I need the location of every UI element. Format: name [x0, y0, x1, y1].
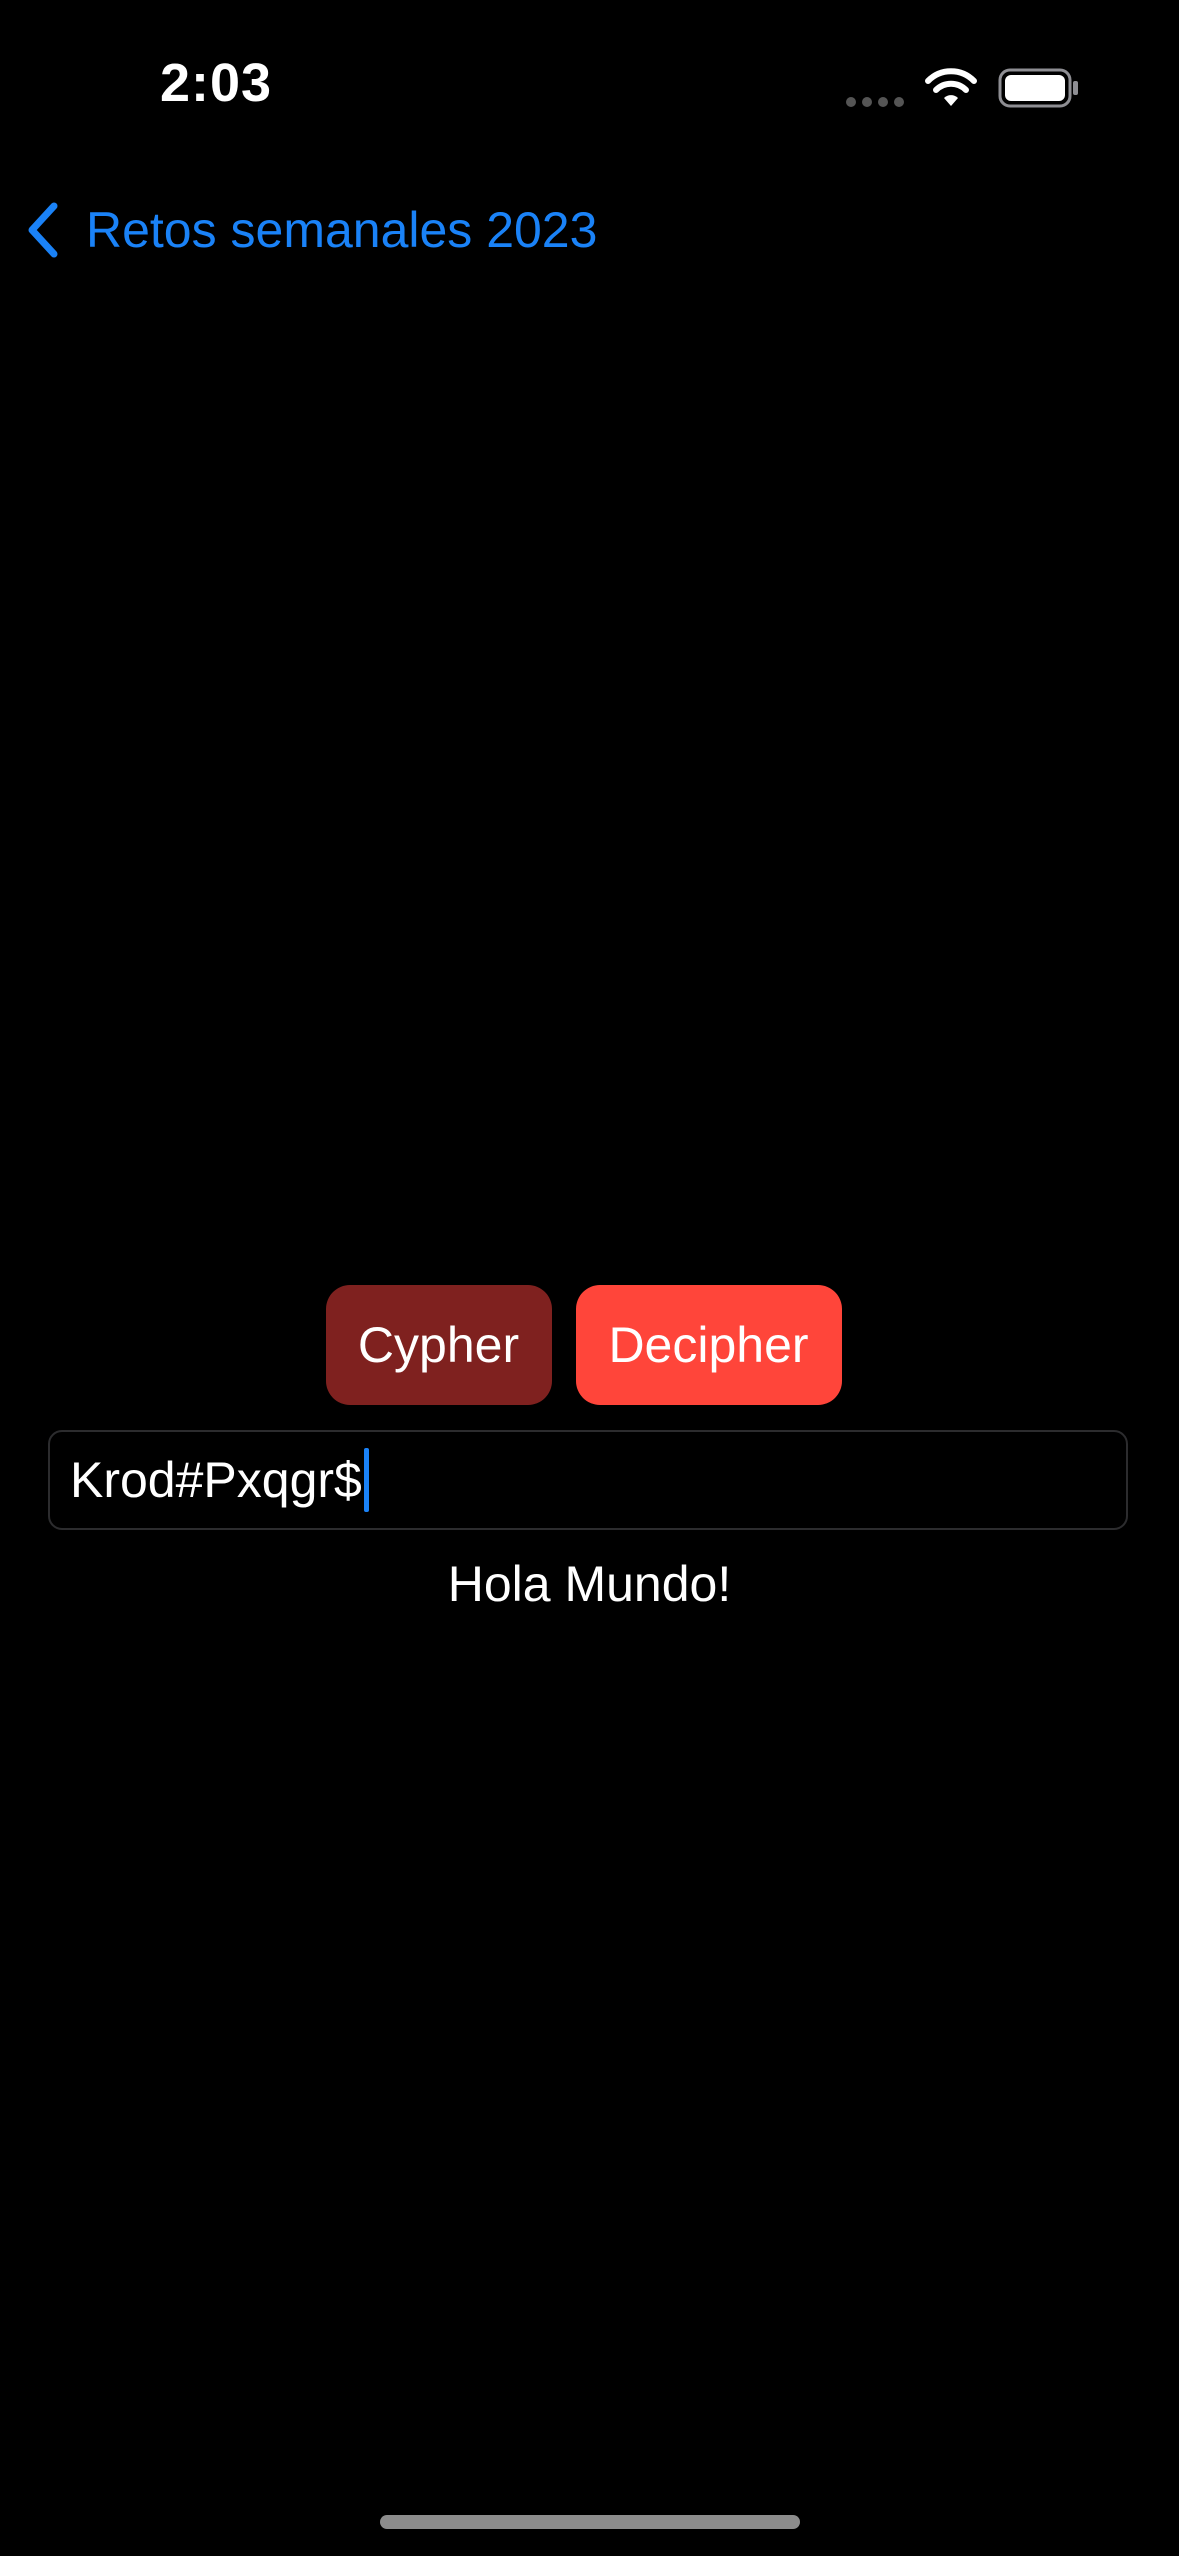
home-indicator[interactable]	[380, 2515, 800, 2529]
battery-icon	[998, 68, 1078, 108]
status-bar: 2:03	[0, 0, 1179, 170]
back-button-label: Retos semanales 2023	[86, 202, 598, 258]
cellular-signal-icon	[846, 97, 904, 107]
status-time: 2:03	[160, 53, 273, 113]
back-button[interactable]: Retos semanales 2023	[22, 190, 597, 270]
decipher-button[interactable]: Decipher	[575, 1285, 842, 1405]
text-cursor	[363, 1448, 369, 1512]
wifi-icon	[925, 68, 977, 106]
result-text: Hola Mundo!	[447, 1556, 732, 1612]
chevron-left-icon	[28, 202, 58, 258]
message-input[interactable]: Krod#Pxqgr$	[48, 1430, 1128, 1530]
cypher-button[interactable]: Cypher	[325, 1285, 552, 1405]
action-buttons: Cypher Decipher	[0, 1285, 1179, 1405]
message-input-value: Krod#Pxqgr$	[70, 1452, 362, 1508]
